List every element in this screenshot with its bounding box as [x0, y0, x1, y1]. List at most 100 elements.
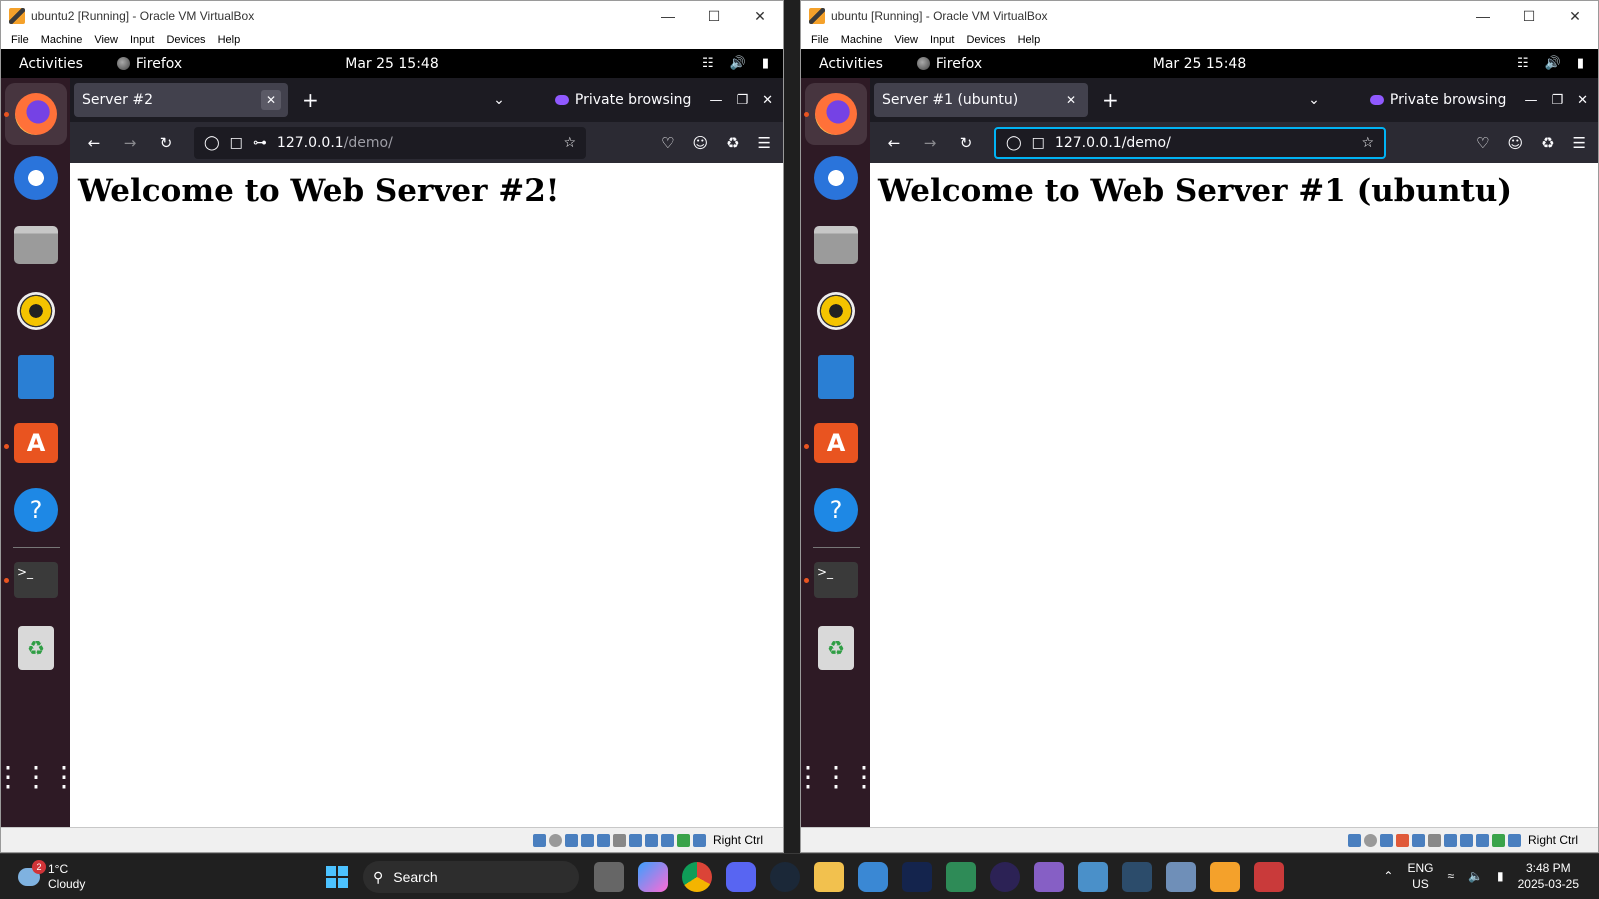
clock[interactable]: Mar 25 15:48 — [1153, 56, 1246, 72]
shared-folders-status-icon[interactable] — [1427, 833, 1441, 847]
snipping-icon[interactable] — [1078, 862, 1108, 892]
account-icon[interactable]: ☺ — [1507, 134, 1523, 152]
url-bar[interactable]: ◯ □ ⊶ 127.0.0.1/demo/ ☆ — [194, 126, 586, 159]
minimize-button[interactable]: — — [1524, 93, 1537, 108]
menu-machine[interactable]: Machine — [835, 34, 889, 46]
activities-button[interactable]: Activities — [19, 56, 83, 72]
task-view-icon[interactable] — [594, 862, 624, 892]
taskbar-search[interactable]: ⚲ Search — [363, 861, 579, 893]
virtualbox-taskbar-icon[interactable] — [1166, 862, 1196, 892]
menu-machine[interactable]: Machine — [35, 34, 89, 46]
menu-file[interactable]: File — [805, 34, 835, 46]
close-button[interactable]: ✕ — [762, 93, 773, 108]
close-button[interactable]: ✕ — [737, 1, 783, 31]
display-status-icon[interactable] — [1443, 833, 1457, 847]
menu-icon[interactable]: ☰ — [1573, 134, 1586, 152]
back-button[interactable]: ← — [876, 134, 912, 152]
menu-input[interactable]: Input — [124, 34, 160, 46]
app-menu[interactable]: Firefox — [116, 56, 182, 72]
usb-status-icon[interactable] — [1411, 833, 1425, 847]
url-text[interactable]: 127.0.0.1/demo/ — [1055, 135, 1352, 151]
copilot-icon[interactable] — [638, 862, 668, 892]
hdd-status-icon[interactable] — [532, 833, 546, 847]
audio-status-icon[interactable] — [564, 833, 578, 847]
menu-help[interactable]: Help — [212, 34, 247, 46]
keyboard-capture-icon[interactable] — [1507, 833, 1521, 847]
optical-status-icon[interactable] — [1363, 833, 1377, 847]
dock-trash[interactable]: ♻ — [812, 624, 860, 672]
dock-rhythmbox[interactable] — [812, 287, 860, 335]
menu-input[interactable]: Input — [924, 34, 960, 46]
vt-status-icon[interactable] — [1475, 833, 1489, 847]
input-language[interactable]: ENG US — [1407, 860, 1433, 892]
menu-help[interactable]: Help — [1012, 34, 1047, 46]
media-player-icon[interactable] — [946, 862, 976, 892]
recording-status-icon[interactable] — [644, 833, 658, 847]
mouse-integration-icon[interactable] — [1491, 833, 1505, 847]
weather-widget[interactable]: 2 1°C Cloudy — [18, 860, 85, 892]
menu-icon[interactable]: ☰ — [758, 134, 771, 152]
menu-devices[interactable]: Devices — [960, 34, 1011, 46]
eclipse-icon[interactable] — [990, 862, 1020, 892]
window-titlebar[interactable]: ubuntu [Running] - Oracle VM VirtualBox … — [801, 1, 1598, 31]
list-tabs-chevron-icon[interactable]: ⌄ — [493, 92, 505, 108]
menu-file[interactable]: File — [5, 34, 35, 46]
dock-libreoffice-writer[interactable] — [12, 353, 60, 401]
bookmark-star-icon[interactable]: ☆ — [1361, 135, 1374, 151]
list-tabs-chevron-icon[interactable]: ⌄ — [1308, 92, 1320, 108]
clock[interactable]: Mar 25 15:48 — [345, 56, 438, 72]
visual-studio-icon[interactable] — [1034, 862, 1064, 892]
tracking-shield-icon[interactable]: ◯ — [204, 135, 220, 151]
close-button[interactable]: ✕ — [1577, 93, 1588, 108]
discord-icon[interactable] — [726, 862, 756, 892]
maximize-button[interactable]: ☐ — [1506, 1, 1552, 31]
dock-rhythmbox[interactable] — [12, 287, 60, 335]
url-text[interactable]: 127.0.0.1/demo/ — [277, 135, 554, 151]
vt-status-icon[interactable] — [660, 833, 674, 847]
security-icon[interactable] — [858, 862, 888, 892]
back-button[interactable]: ← — [76, 134, 112, 152]
mysql-workbench-icon[interactable] — [1122, 862, 1152, 892]
battery-icon[interactable]: ▮ — [1497, 869, 1504, 883]
reload-button[interactable]: ↻ — [148, 134, 184, 152]
new-tab-button[interactable]: + — [302, 88, 319, 112]
optical-status-icon[interactable] — [548, 833, 562, 847]
dock-help[interactable]: ? — [12, 486, 60, 534]
show-hidden-icons-chevron-icon[interactable]: ⌃ — [1383, 869, 1393, 883]
dock-terminal[interactable]: >_ — [812, 556, 860, 604]
dock-terminal[interactable]: >_ — [12, 556, 60, 604]
hdd-status-icon[interactable] — [1347, 833, 1361, 847]
usb-status-icon[interactable] — [596, 833, 610, 847]
dock-help[interactable]: ? — [812, 486, 860, 534]
recording-status-icon[interactable] — [1459, 833, 1473, 847]
dock-app-center[interactable]: A — [812, 419, 860, 467]
bookmark-star-icon[interactable]: ☆ — [563, 135, 576, 151]
network-status-icon[interactable] — [1395, 833, 1409, 847]
reload-button[interactable]: ↻ — [948, 134, 984, 152]
tracking-shield-icon[interactable]: ◯ — [1006, 135, 1022, 151]
tab-close-icon[interactable]: ✕ — [261, 90, 281, 110]
file-explorer-icon[interactable] — [814, 862, 844, 892]
dock-files[interactable] — [812, 221, 860, 269]
tab-active[interactable]: Server #2 ✕ — [74, 83, 288, 117]
minimize-button[interactable]: — — [709, 93, 722, 108]
start-button[interactable] — [326, 866, 348, 888]
restore-button[interactable]: ❐ — [1551, 93, 1563, 108]
network-status-icon[interactable] — [580, 833, 594, 847]
forward-button[interactable]: → — [912, 134, 948, 152]
show-apps-button[interactable]: ⋮⋮⋮ — [801, 752, 878, 800]
show-apps-button[interactable]: ⋮⋮⋮ — [1, 752, 78, 800]
display-status-icon[interactable] — [628, 833, 642, 847]
maximize-button[interactable]: ☐ — [691, 1, 737, 31]
another-app-icon[interactable] — [1254, 862, 1284, 892]
virtualbox-vm-icon[interactable] — [1210, 862, 1240, 892]
keyboard-capture-icon[interactable] — [692, 833, 706, 847]
window-titlebar[interactable]: ubuntu2 [Running] - Oracle VM VirtualBox… — [1, 1, 783, 31]
extensions-icon[interactable]: ♻ — [1541, 134, 1554, 152]
chrome-icon[interactable] — [682, 862, 712, 892]
forward-button[interactable]: → — [112, 134, 148, 152]
dock-thunderbird[interactable] — [12, 154, 60, 202]
dock-libreoffice-writer[interactable] — [812, 353, 860, 401]
pocket-icon[interactable]: ♡ — [1476, 134, 1489, 152]
close-button[interactable]: ✕ — [1552, 1, 1598, 31]
